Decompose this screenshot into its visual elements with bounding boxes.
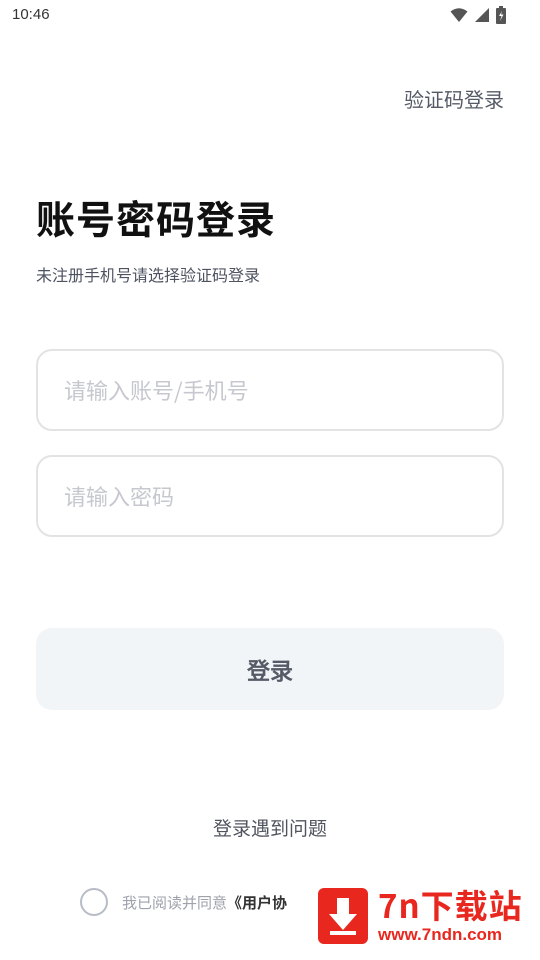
page-subtitle: 未注册手机号请选择验证码登录	[36, 262, 261, 286]
password-input[interactable]	[38, 457, 502, 535]
login-button-label: 登录	[247, 658, 293, 684]
account-input[interactable]	[38, 351, 502, 429]
password-field[interactable]	[36, 455, 504, 537]
login-help-link[interactable]: 登录遇到问题	[0, 814, 540, 841]
agreement-radio[interactable]	[80, 888, 108, 916]
watermark-url: www.7ndn.com	[378, 925, 503, 944]
page-title: 账号密码登录	[36, 190, 277, 246]
agreement-row: 我已阅读并同意 《用户协	[80, 888, 287, 916]
wifi-icon	[450, 8, 468, 22]
download-arrow-icon	[318, 888, 368, 944]
status-icons	[450, 6, 506, 24]
signal-icon	[475, 8, 489, 22]
watermark-texts: 7n下载站 www.7ndn.com	[378, 887, 523, 945]
agreement-text: 我已阅读并同意	[122, 891, 228, 913]
status-bar: 10:46	[0, 0, 540, 32]
user-agreement-link[interactable]: 《用户协	[227, 892, 287, 913]
login-button[interactable]: 登录	[36, 628, 504, 710]
sms-login-link[interactable]: 验证码登录	[404, 84, 504, 113]
watermark-title: 7n下载站	[378, 880, 523, 928]
watermark: 7n下载站 www.7ndn.com	[308, 878, 540, 954]
account-field[interactable]	[36, 349, 504, 431]
battery-icon	[496, 6, 506, 24]
status-time: 10:46	[12, 6, 50, 23]
